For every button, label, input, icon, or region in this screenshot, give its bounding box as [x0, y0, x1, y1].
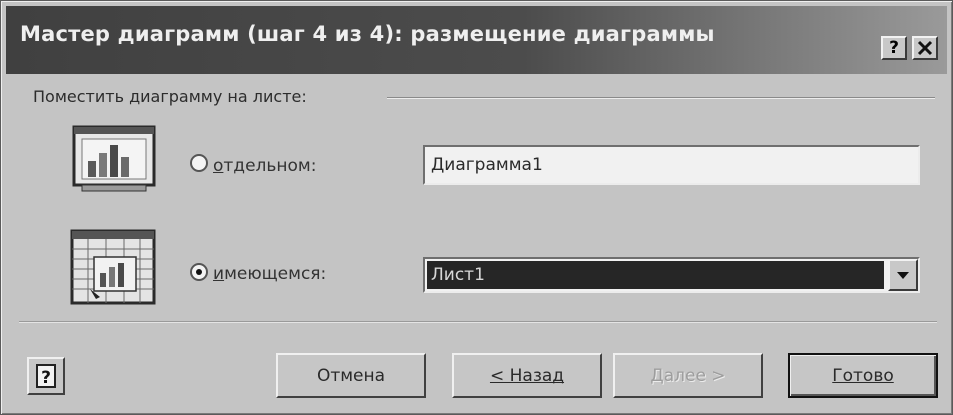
sheet-select-value: Лист1 — [427, 261, 884, 289]
title-bar[interactable]: Мастер диаграмм (шаг 4 из 4): размещение… — [6, 6, 947, 74]
chevron-down-icon[interactable] — [888, 259, 918, 291]
back-button-label: < Назад — [489, 366, 565, 386]
next-button: Далее > — [613, 353, 763, 398]
help-glyph: ? — [41, 368, 51, 388]
close-icon — [917, 40, 933, 56]
buttons-divider — [19, 321, 937, 323]
group-divider — [387, 97, 935, 99]
help-icon: ? — [36, 364, 56, 388]
close-button[interactable] — [912, 36, 938, 60]
finish-button-label: Готово — [832, 366, 894, 386]
existing-sheet-label[interactable]: имеющемся: — [213, 264, 326, 284]
dialog-title: Мастер диаграмм (шаг 4 из 4): размещение… — [20, 22, 715, 46]
title-help-button[interactable]: ? — [881, 36, 907, 60]
help-button[interactable]: ? — [27, 357, 65, 395]
sheet-select[interactable]: Лист1 — [423, 257, 920, 293]
separate-sheet-label[interactable]: отдельном: — [213, 156, 316, 176]
back-button[interactable]: < Назад — [452, 353, 602, 398]
placement-group-label: Поместить диаграмму на листе: — [33, 87, 307, 106]
separate-sheet-hotkey: о — [213, 156, 224, 176]
existing-sheet-label-text: меющемся: — [224, 264, 327, 284]
separate-sheet-icon — [68, 123, 160, 197]
existing-sheet-icon — [68, 227, 160, 307]
existing-sheet-radio[interactable] — [190, 263, 208, 281]
chart-wizard-dialog: Мастер диаграмм (шаг 4 из 4): размещение… — [0, 0, 953, 415]
separate-sheet-label-text: тдельном: — [223, 156, 317, 176]
new-sheet-name-input[interactable] — [423, 145, 920, 185]
finish-button[interactable]: Готово — [788, 353, 938, 398]
cancel-button[interactable]: Отмена — [276, 353, 426, 398]
existing-sheet-hotkey: и — [213, 264, 225, 284]
separate-sheet-radio[interactable] — [190, 154, 208, 172]
